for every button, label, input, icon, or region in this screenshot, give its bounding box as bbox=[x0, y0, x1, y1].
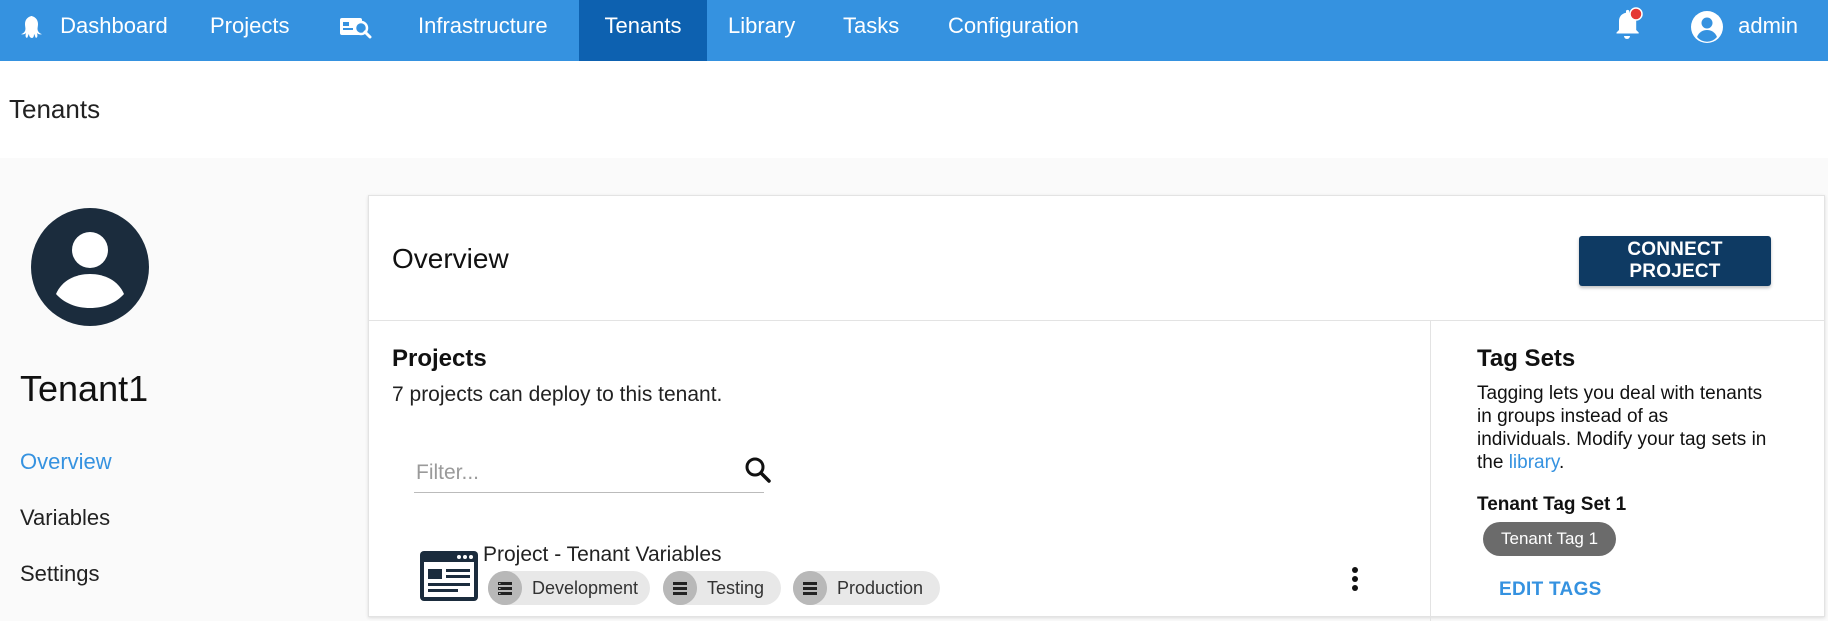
nav-item-infrastructure[interactable]: Infrastructure bbox=[418, 0, 548, 61]
edit-tags-button[interactable]: EDIT TAGS bbox=[1499, 579, 1602, 601]
nav-label: Projects bbox=[210, 13, 290, 38]
environment-chip-production: Production bbox=[793, 571, 940, 605]
top-navigation-bar: Dashboard Projects Infrastructure Tenant… bbox=[0, 0, 1828, 61]
tenant-name: Tenant1 bbox=[20, 368, 149, 409]
user-menu[interactable]: admin bbox=[1690, 0, 1798, 52]
environment-chip-testing: Testing bbox=[663, 571, 781, 605]
environment-icon bbox=[663, 571, 697, 605]
library-link[interactable]: library bbox=[1509, 452, 1559, 473]
environment-label: Production bbox=[837, 578, 924, 598]
tag-sets-description: Tagging lets you deal with tenants in gr… bbox=[1477, 382, 1767, 474]
sidebar-link-settings[interactable]: Settings bbox=[20, 561, 100, 587]
bell-icon bbox=[1616, 7, 1643, 39]
overview-card: Overview CONNECT PROJECT Projects 7 proj… bbox=[368, 195, 1825, 621]
nav-item-tenants[interactable]: Tenants bbox=[579, 0, 707, 61]
nav-label: Dashboard bbox=[60, 13, 168, 38]
tenant-avatar-icon bbox=[31, 208, 149, 326]
environment-icon bbox=[793, 571, 827, 605]
nav-item-search-machines[interactable] bbox=[339, 0, 373, 61]
search-icon[interactable] bbox=[744, 456, 772, 484]
project-filter bbox=[414, 454, 771, 493]
nav-item-dashboard[interactable]: Dashboard bbox=[20, 0, 168, 61]
page-title: Tenants bbox=[9, 94, 101, 124]
environment-icon bbox=[488, 571, 522, 605]
projects-description: 7 projects can deploy to this tenant. bbox=[392, 383, 723, 406]
tag-chip: Tenant Tag 1 bbox=[1483, 522, 1617, 556]
projects-section-title: Projects bbox=[392, 345, 487, 372]
divider bbox=[1430, 321, 1431, 621]
nav-label: Library bbox=[728, 13, 796, 38]
project-name[interactable]: Project - Tenant Variables bbox=[483, 543, 722, 567]
nav-item-projects[interactable]: Projects bbox=[210, 0, 289, 61]
project-logo-icon bbox=[420, 551, 478, 601]
nav-item-tasks[interactable]: Tasks bbox=[843, 0, 899, 61]
overview-title: Overview bbox=[392, 243, 509, 274]
environment-label: Testing bbox=[707, 578, 765, 598]
tag-sets-description-end: . bbox=[1559, 452, 1565, 473]
nav-label: Tenants bbox=[604, 13, 682, 38]
nav-label: Infrastructure bbox=[418, 13, 548, 38]
environment-chip-development: Development bbox=[488, 571, 650, 605]
environment-label: Development bbox=[532, 578, 639, 598]
nav-item-library[interactable]: Library bbox=[728, 0, 795, 61]
search-machines-icon bbox=[340, 18, 372, 39]
notifications-button[interactable] bbox=[1612, 6, 1646, 40]
sidebar-link-variables[interactable]: Variables bbox=[20, 505, 110, 531]
nav-item-configuration[interactable]: Configuration bbox=[948, 0, 1079, 61]
octopus-logo-icon bbox=[21, 16, 42, 39]
sidebar-link-overview[interactable]: Overview bbox=[20, 449, 112, 475]
more-options-icon[interactable] bbox=[1349, 565, 1361, 595]
divider bbox=[369, 320, 1824, 321]
tag-sets-section-title: Tag Sets bbox=[1477, 345, 1576, 372]
user-name: admin bbox=[1738, 13, 1799, 38]
connect-project-button[interactable]: CONNECT PROJECT bbox=[1579, 236, 1771, 286]
page-header: Tenants bbox=[0, 61, 1828, 158]
filter-input[interactable] bbox=[414, 454, 718, 492]
nav-label: Configuration bbox=[948, 13, 1079, 38]
nav-label: Tasks bbox=[843, 13, 900, 38]
tag-set-name: Tenant Tag Set 1 bbox=[1477, 494, 1627, 515]
user-avatar-icon bbox=[1691, 11, 1723, 44]
